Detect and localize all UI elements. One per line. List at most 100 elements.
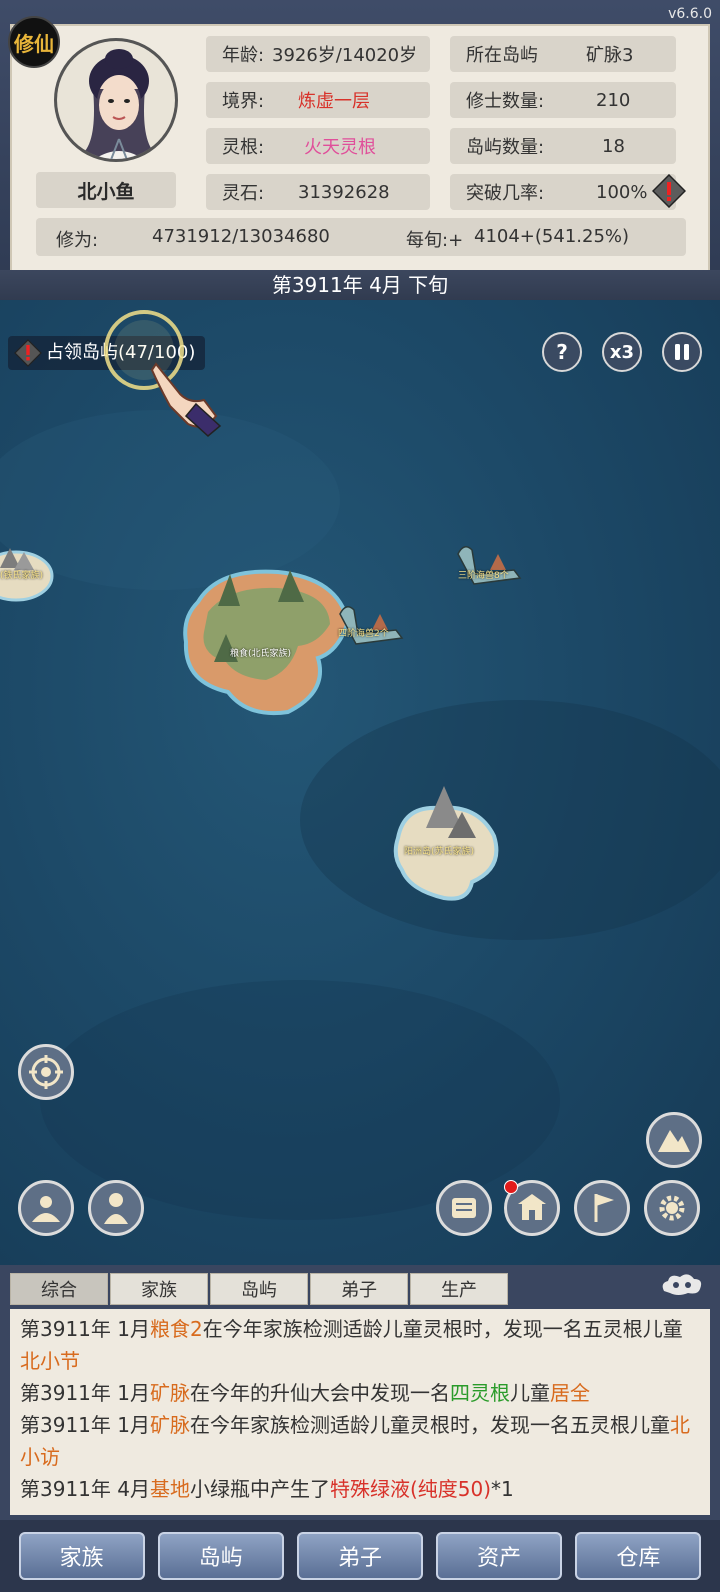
tutorial-hand-pointer-icon [104,310,222,437]
log-entry: 第3911年 1月粮食2在今年家族检测适龄儿童灵根时，发现一名五灵根儿童北小节 [20,1313,700,1377]
tab-production[interactable]: 生产 [410,1273,508,1305]
log-date: 第3911年 4月 [20,1477,150,1501]
realm-label: 境界: [222,91,265,112]
log-date: 第3911年 1月 [20,1317,150,1341]
log-child-name: 北小节 [20,1349,80,1373]
notification-dot [504,1180,518,1194]
root-stat: 灵根: 火天灵根 [206,128,430,164]
world-map[interactable]: 占领岛屿(47/100) ? x3 (铁氏家族) 粮食(北氏家族) 四阶海兽2个… [0,300,720,1265]
status-panel: 北小鱼 年龄: 3926岁/14020岁 境界: 炼虚一层 灵根: 火天灵根 灵… [10,24,710,272]
log-panel: 综合 家族 岛屿 弟子 生产 第3911年 1月粮食2在今年家族检测适龄儿童灵根… [0,1265,720,1520]
character-button[interactable] [88,1180,144,1236]
log-text: 儿童 [509,1381,550,1405]
stone-label: 灵石: [222,183,265,204]
pause-button[interactable] [662,332,702,372]
realm-stat: 境界: 炼虚一层 [206,82,430,118]
log-list: 第3911年 1月粮食2在今年家族检测适龄儿童灵根时，发现一名五灵根儿童北小节 … [10,1309,710,1515]
family-hall-button[interactable] [18,1180,74,1236]
root-label: 灵根: [222,137,265,158]
south-island[interactable] [388,778,508,908]
island-count-value: 18 [602,135,625,157]
log-child-name: 居全 [549,1381,590,1405]
age-value: 3926岁/14020岁 [272,45,418,66]
cultivator-stat: 修士数量: 210 [450,82,676,118]
help-label: ? [556,340,568,364]
flag-icon [594,1194,614,1222]
nav-island-button[interactable]: 岛屿 [157,1532,284,1580]
log-date: 第3911年 1月 [20,1413,150,1437]
tab-general[interactable]: 综合 [10,1273,108,1305]
age-stat: 年龄: 3926岁/14020岁 [206,36,430,72]
stone-value: 31392628 [298,181,390,203]
realm-value: 炼虚一层 [298,91,370,112]
pause-icon [675,344,689,360]
terrain-button[interactable] [646,1112,702,1168]
island-count-label: 岛屿数量: [466,137,545,158]
main-island[interactable] [178,562,358,722]
nav-warehouse-button[interactable]: 仓库 [575,1532,702,1580]
island-stat: 所在岛屿 矿脉3 [450,36,676,72]
log-place: 矿脉 [149,1413,190,1437]
mountain-icon [658,1130,690,1152]
log-entry: 第3911年 4月基地小绿瓶中产生了特殊绿液(纯度50)*1 [20,1473,700,1505]
log-text: 在今年家族检测适龄儿童灵根时，发现一名五灵根儿童 [202,1317,683,1341]
south-island-label: 阳洲岛(苏氏家族) [404,847,475,857]
sea-beast-icon[interactable] [336,600,406,650]
log-root-type: 四灵根 [449,1381,510,1405]
per-xun-value: 4104+(541.25%) [474,226,630,247]
scroll-button[interactable] [436,1180,492,1236]
game-date: 第3911年 4月 下旬 [0,270,720,300]
crowd-icon [32,1196,60,1222]
tab-island[interactable]: 岛屿 [210,1273,308,1305]
speed-label: x3 [609,341,635,363]
log-entry: 第3911年 1月矿脉在今年的升仙大会中发现一名四灵根儿童居全 [20,1377,700,1409]
version-label: v6.6.0 [668,6,712,22]
breakthrough-label: 突破几率: [466,183,545,204]
top-status-frame: v6.6.0 北小鱼 年龄: 3926岁/14020岁 境界: 炼虚一层 灵根:… [0,0,720,300]
log-date: 第3911年 1月 [20,1381,150,1405]
nav-family-button[interactable]: 家族 [18,1532,145,1580]
cloud-icon[interactable] [658,1271,706,1299]
locate-button[interactable] [18,1044,74,1100]
log-tabs: 综合 家族 岛屿 弟子 生产 [10,1273,508,1305]
settings-button[interactable] [644,1180,700,1236]
main-island-label: 粮食(北氏家族) [230,649,292,659]
speed-button[interactable]: x3 [602,332,642,372]
portrait-image [57,41,175,159]
beast2-label: 三阶海兽8个 [458,571,509,581]
tab-disciple[interactable]: 弟子 [310,1273,408,1305]
island-value: 矿脉3 [586,45,634,66]
warning-icon [14,339,42,367]
island-label: 所在岛屿 [466,45,538,66]
nav-disciple-button[interactable]: 弟子 [296,1532,423,1580]
sea-texture [0,410,720,1220]
sea-beast-icon[interactable] [454,540,524,590]
beast1-label: 四阶海兽2个 [338,629,389,639]
root-value: 火天灵根 [304,137,376,158]
gear-icon [659,1195,685,1221]
nav-assets-button[interactable]: 资产 [436,1532,563,1580]
crosshair-icon [29,1055,63,1089]
log-text: 在今年家族检测适龄儿童灵根时，发现一名五灵根儿童 [189,1413,670,1437]
player-name: 北小鱼 [36,172,176,208]
breakthrough-value: 100% [596,181,648,203]
tab-family[interactable]: 家族 [110,1273,208,1305]
breakthrough-warning-icon[interactable] [652,174,686,208]
age-label: 年龄: [222,45,265,66]
cultivation-label: 修为: [56,230,99,251]
cultivator-label: 修士数量: [466,91,545,112]
breakthrough-stat: 突破几率: 100% [450,174,676,210]
flag-button[interactable] [574,1180,630,1236]
help-button[interactable]: ? [542,332,582,372]
xiuxian-badge[interactable]: 修仙 [8,16,60,68]
cultivator-value: 210 [596,89,631,111]
cultivation-bar: 修为: 4731912/13034680 每旬:+ 4104+(541.25%) [36,218,686,256]
avatar[interactable] [54,38,178,162]
log-place: 基地 [149,1477,190,1501]
log-item: 特殊绿液(纯度50) [329,1477,492,1501]
bottom-nav: 家族 岛屿 弟子 资产 仓库 [0,1520,720,1592]
log-quantity: *1 [491,1477,514,1501]
scroll-icon [452,1198,476,1218]
stone-stat: 灵石: 31392628 [206,174,430,210]
island-count-stat: 岛屿数量: 18 [450,128,676,164]
